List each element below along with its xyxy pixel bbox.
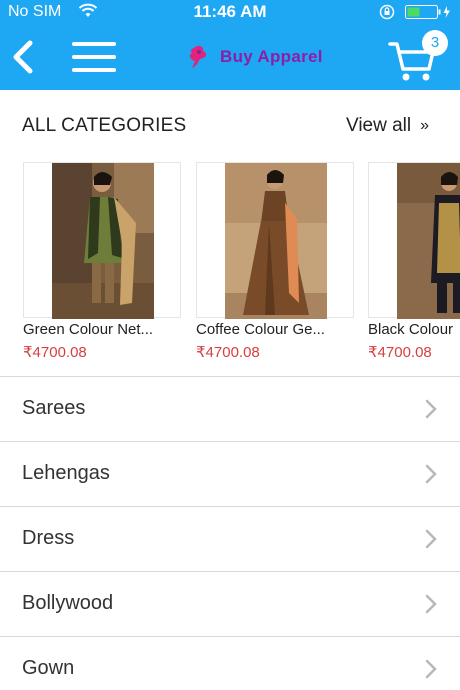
brand[interactable]: Buy Apparel (186, 42, 323, 72)
product-name: Green Colour Net... (23, 321, 154, 338)
product-image-green-suit (52, 163, 154, 319)
view-all-label: View all (346, 115, 412, 136)
brand-logo-icon (189, 45, 206, 68)
category-label: Lehengas (22, 462, 110, 484)
category-row-gown[interactable]: Gown (0, 636, 460, 690)
category-list: Sarees Lehengas Dress Bollywood Gown (0, 376, 460, 690)
cart-count-badge: 3 (422, 30, 448, 56)
product-card[interactable]: Coffee Colour Ge... ₹4700.08 (196, 160, 354, 370)
product-card[interactable]: Black Colour ₹4700.08 (368, 160, 460, 370)
product-card[interactable]: Green Colour Net... ₹4700.08 (23, 160, 181, 370)
chevron-right-icon (425, 399, 437, 419)
product-thumbnail[interactable] (368, 162, 460, 319)
view-all-link[interactable]: View all » (346, 115, 429, 137)
product-carousel[interactable]: Green Colour Net... ₹4700.08 Coffee Colo… (0, 160, 460, 376)
category-label: Sarees (22, 397, 86, 419)
product-price: ₹4700.08 (196, 344, 260, 361)
top-bar: No SIM 11:46 AM Buy Apparel 3 (0, 0, 460, 90)
product-thumbnail[interactable] (196, 162, 354, 319)
category-row-lehengas[interactable]: Lehengas (0, 441, 460, 506)
categories-header: ALL CATEGORIES View all » (0, 90, 460, 160)
category-row-bollywood[interactable]: Bollywood (0, 571, 460, 636)
categories-title: ALL CATEGORIES (22, 115, 187, 136)
status-bar: No SIM 11:46 AM (0, 0, 460, 26)
product-image-black-suit (397, 163, 460, 319)
battery-icon (405, 5, 450, 19)
category-row-dress[interactable]: Dress (0, 506, 460, 571)
double-chevron-right-icon: » (420, 117, 430, 134)
category-label: Bollywood (22, 592, 114, 614)
chevron-right-icon (425, 529, 437, 549)
category-row-sarees[interactable]: Sarees (0, 376, 460, 441)
category-label: Dress (22, 527, 75, 549)
orientation-lock-icon (379, 4, 395, 20)
product-name: Coffee Colour Ge... (196, 321, 325, 338)
category-label: Gown (22, 657, 75, 679)
product-price: ₹4700.08 (23, 344, 87, 361)
product-name: Black Colour (368, 321, 454, 338)
back-arrow-icon[interactable] (8, 38, 36, 76)
chevron-right-icon (425, 659, 437, 679)
brand-name: Buy Apparel (220, 47, 323, 66)
chevron-right-icon (425, 464, 437, 484)
chevron-right-icon (425, 594, 437, 614)
product-image-coffee-gown (225, 163, 327, 319)
hamburger-menu-icon[interactable] (72, 42, 116, 72)
product-thumbnail[interactable] (23, 162, 181, 319)
product-price: ₹4700.08 (368, 344, 432, 361)
